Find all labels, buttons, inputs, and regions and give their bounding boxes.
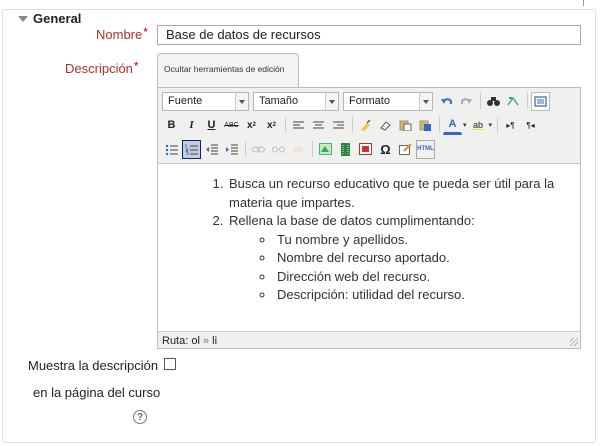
indent-icon[interactable]	[222, 140, 241, 159]
list-item: Dirección web del recurso.	[275, 268, 580, 287]
description-label: Descripción*	[65, 59, 139, 76]
collapse-arrow-icon	[18, 15, 28, 22]
align-left-icon[interactable]	[289, 116, 308, 135]
show-description-label: Muestra la descripción	[28, 358, 159, 373]
unordered-list-icon[interactable]	[162, 140, 181, 159]
link-icon[interactable]	[249, 140, 268, 159]
name-input[interactable]: Base de datos de recursos	[157, 25, 581, 45]
format-select[interactable]: Formato	[343, 91, 433, 111]
show-description-label-line2: en la página del curso	[33, 385, 161, 400]
italic-icon[interactable]: I	[182, 116, 201, 135]
element-path: Ruta: ol » li	[162, 335, 218, 347]
name-label: Nombre*	[96, 25, 148, 42]
image-icon[interactable]	[316, 140, 335, 159]
superscript-icon[interactable]: x2	[262, 116, 281, 135]
show-description-checkbox[interactable]	[164, 358, 176, 370]
help-icon[interactable]: ?	[133, 410, 147, 424]
strikethrough-icon[interactable]: ABC	[222, 116, 241, 135]
editor-content-area[interactable]: Busca un recurso educativo que te pueda …	[158, 163, 580, 332]
unlink-icon[interactable]	[269, 140, 288, 159]
bold-icon[interactable]: B	[162, 116, 181, 135]
section-title: General	[33, 11, 82, 26]
moodle-media-icon[interactable]	[356, 140, 375, 159]
highlight-color-icon[interactable]: ab	[469, 116, 488, 135]
list-item: Descripción: utilidad del recurso.	[275, 286, 580, 305]
rtl-icon[interactable]: ¶◂	[521, 116, 540, 135]
toolbar-row-2: B I U ABC x2 x2 A ▾ ab ▾ ▸¶ ¶◂	[162, 114, 541, 136]
toggle-editor-tools-tab[interactable]: Ocultar herramientas de edición	[157, 53, 299, 87]
find-replace-icon[interactable]	[504, 92, 523, 111]
toolbar-row-1: Fuente Tamaño Formato	[162, 90, 551, 112]
eraser-icon[interactable]	[376, 116, 395, 135]
clean-up-icon[interactable]	[356, 116, 375, 135]
path-item-ol[interactable]: ol	[191, 335, 200, 347]
path-item-li[interactable]: li	[212, 335, 217, 347]
toolbar-row-3: Ω HTML	[162, 138, 436, 160]
redo-icon[interactable]	[457, 92, 476, 111]
undo-icon[interactable]	[437, 92, 456, 111]
align-right-icon[interactable]	[329, 116, 348, 135]
list-item: Tu nombre y apellidos.	[275, 231, 580, 250]
underline-icon[interactable]: U	[202, 116, 221, 135]
paste-text-icon[interactable]	[396, 116, 415, 135]
scroll-edge	[583, 0, 587, 6]
list-item: Rellena la base de datos cumplimentando:…	[227, 212, 580, 305]
list-item: Nombre del recurso aportado.	[275, 249, 580, 268]
anchor-icon[interactable]	[289, 140, 308, 159]
special-char-icon[interactable]: Ω	[376, 140, 395, 159]
list-item: Busca un recurso educativo que te pueda …	[227, 175, 580, 212]
align-center-icon[interactable]	[309, 116, 328, 135]
edit-source-icon[interactable]	[396, 140, 415, 159]
resize-handle[interactable]	[570, 338, 578, 346]
font-size-select[interactable]: Tamaño	[253, 91, 339, 111]
font-family-select[interactable]: Fuente	[162, 91, 249, 111]
outdent-icon[interactable]	[202, 140, 221, 159]
subscript-icon[interactable]: x2	[242, 116, 261, 135]
html-icon[interactable]: HTML	[416, 139, 435, 159]
media-icon[interactable]	[336, 140, 355, 159]
text-color-icon[interactable]: A	[443, 116, 462, 135]
required-marker: *	[133, 59, 139, 73]
bullet-list: Tu nombre y apellidos. Nombre del recurs…	[229, 231, 580, 305]
fullscreen-icon[interactable]	[531, 91, 550, 111]
ltr-icon[interactable]: ▸¶	[501, 116, 520, 135]
ordered-list-icon[interactable]	[182, 139, 201, 159]
required-marker: *	[143, 25, 148, 39]
find-icon[interactable]	[484, 92, 503, 111]
section-toggle[interactable]: General	[15, 11, 86, 26]
paste-word-icon[interactable]	[416, 116, 435, 135]
ordered-list: Busca un recurso educativo que te pueda …	[158, 164, 580, 305]
rich-text-editor: Fuente Tamaño Formato B I U ABC x2 x2 A …	[157, 87, 581, 349]
